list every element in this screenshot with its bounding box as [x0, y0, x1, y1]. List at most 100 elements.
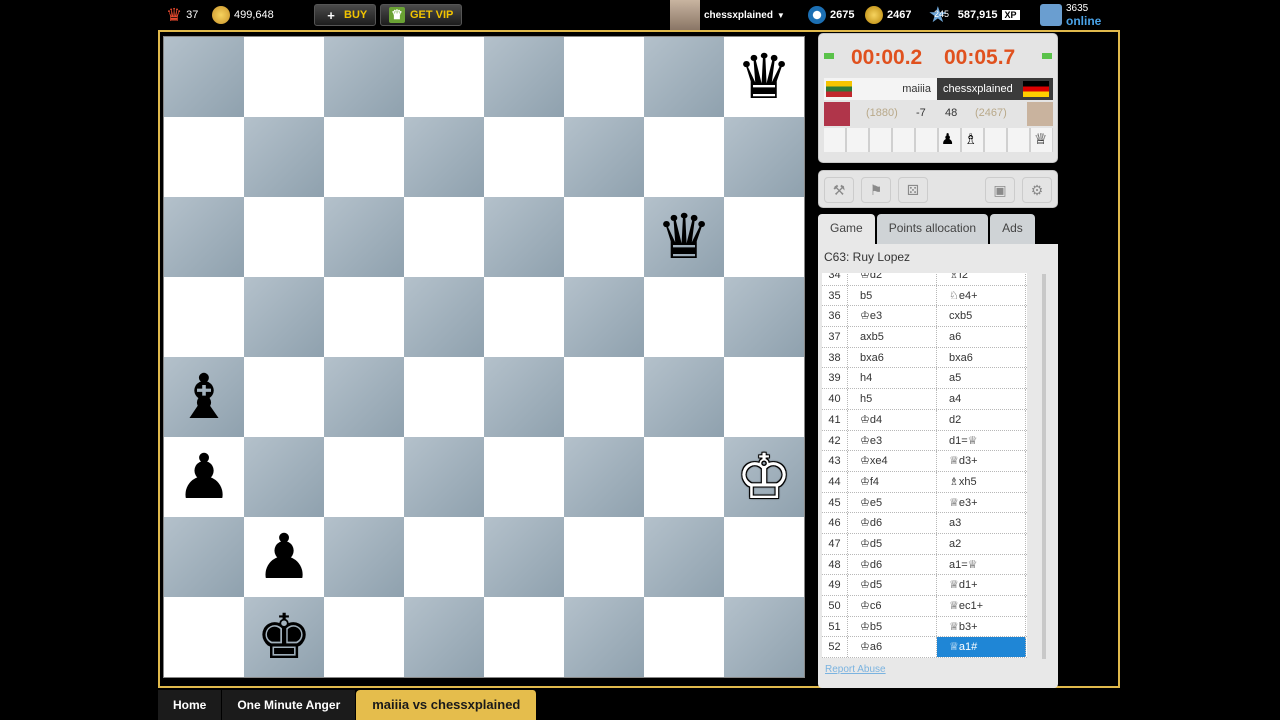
black-move[interactable]: ♕d1+: [937, 575, 1026, 595]
piece-black-b1[interactable]: ♚: [256, 606, 312, 668]
square-d2[interactable]: [404, 517, 484, 597]
rematch-button[interactable]: ⚄: [898, 177, 928, 203]
white-move[interactable]: ♔e3: [848, 306, 937, 327]
white-move[interactable]: ♔c6: [848, 596, 937, 616]
move-row[interactable]: 39 h4 a5: [822, 368, 1027, 390]
square-f8[interactable]: [564, 37, 644, 117]
black-move[interactable]: a2: [937, 533, 1026, 554]
move-row[interactable]: 46 ♔d6 a3: [822, 513, 1027, 534]
piece-black-b2[interactable]: ♟: [256, 526, 312, 588]
square-f3[interactable]: [564, 437, 644, 517]
tab-points-allocation[interactable]: Points allocation: [876, 214, 989, 244]
square-d5[interactable]: [404, 277, 484, 357]
move-row[interactable]: 48 ♔d6 a1=♕: [822, 554, 1027, 576]
square-b4[interactable]: [244, 357, 324, 437]
piece-white-h3[interactable]: ♔: [736, 446, 792, 508]
white-move[interactable]: bxa6: [848, 347, 937, 368]
chess-board[interactable]: ♛ ♛ ♝ ♟ ♔ ♟ ♚: [163, 36, 805, 678]
move-row[interactable]: 41 ♔d4 d2: [822, 409, 1027, 431]
white-move[interactable]: ♔e3: [848, 430, 937, 451]
square-d8[interactable]: [404, 37, 484, 117]
buy-button[interactable]: + BUY: [314, 4, 377, 26]
white-move[interactable]: ♔xe4: [848, 451, 937, 471]
white-move[interactable]: ♔a6: [848, 637, 937, 658]
black-move[interactable]: a6: [937, 327, 1026, 347]
black-move[interactable]: ♕e3+: [937, 492, 1026, 513]
square-g7[interactable]: [644, 117, 724, 197]
square-c7[interactable]: [324, 117, 404, 197]
square-a2[interactable]: [164, 517, 244, 597]
black-move[interactable]: d2: [937, 409, 1026, 430]
move-row[interactable]: 51 ♔b5 ♕b3+: [822, 616, 1027, 638]
square-h2[interactable]: [724, 517, 804, 597]
move-row[interactable]: 37 axb5 a6: [822, 327, 1027, 348]
square-h1[interactable]: [724, 597, 804, 677]
moves-scrollbar[interactable]: [1042, 274, 1046, 659]
square-g8[interactable]: [644, 37, 724, 117]
move-row[interactable]: 40 h5 a4: [822, 389, 1027, 410]
square-a4[interactable]: ♝: [164, 357, 244, 437]
white-move[interactable]: ♔d5: [848, 533, 937, 554]
save-game-button[interactable]: ▣: [985, 177, 1015, 203]
black-move[interactable]: ♕b3+: [937, 616, 1026, 637]
square-b5[interactable]: [244, 277, 324, 357]
offer-draw-button[interactable]: ⚒: [824, 177, 854, 203]
bottom-tab-home[interactable]: Home: [158, 690, 223, 720]
square-g3[interactable]: [644, 437, 724, 517]
white-move[interactable]: ♔f4: [848, 471, 937, 492]
white-move[interactable]: ♔d6: [848, 513, 937, 533]
move-row[interactable]: 50 ♔c6 ♕ec1+: [822, 596, 1027, 617]
square-g1[interactable]: [644, 597, 724, 677]
square-b3[interactable]: [244, 437, 324, 517]
square-d1[interactable]: [404, 597, 484, 677]
square-c6[interactable]: [324, 197, 404, 277]
white-move[interactable]: ♔b5: [848, 616, 937, 637]
black-move[interactable]: a4: [937, 389, 1026, 409]
move-row[interactable]: 34 ♔d2 ♗f2: [822, 273, 1027, 286]
white-move[interactable]: b5: [848, 285, 937, 306]
square-b2[interactable]: ♟: [244, 517, 324, 597]
get-vip-button[interactable]: ♛ GET VIP: [380, 4, 463, 26]
white-move[interactable]: h4: [848, 368, 937, 389]
black-move[interactable]: d1=♕: [937, 430, 1026, 451]
white-move[interactable]: axb5: [848, 327, 937, 347]
square-g2[interactable]: [644, 517, 724, 597]
square-e4[interactable]: [484, 357, 564, 437]
black-move[interactable]: a5: [937, 368, 1026, 389]
square-e7[interactable]: [484, 117, 564, 197]
move-row[interactable]: 49 ♔d5 ♕d1+: [822, 575, 1027, 596]
square-g4[interactable]: [644, 357, 724, 437]
move-row[interactable]: 45 ♔e5 ♕e3+: [822, 492, 1027, 514]
black-move[interactable]: ♕a1#: [937, 637, 1026, 658]
move-row[interactable]: 36 ♔e3 cxb5: [822, 306, 1027, 328]
white-move[interactable]: ♔d6: [848, 554, 937, 575]
black-move[interactable]: a3: [937, 513, 1026, 533]
square-f6[interactable]: [564, 197, 644, 277]
black-move[interactable]: ♕d3+: [937, 451, 1026, 471]
square-f1[interactable]: [564, 597, 644, 677]
square-d7[interactable]: [404, 117, 484, 197]
square-f5[interactable]: [564, 277, 644, 357]
move-row[interactable]: 35 b5 ♘e4+: [822, 285, 1027, 307]
square-e1[interactable]: [484, 597, 564, 677]
square-f2[interactable]: [564, 517, 644, 597]
piece-black-h8[interactable]: ♛: [736, 46, 792, 108]
square-d4[interactable]: [404, 357, 484, 437]
square-c3[interactable]: [324, 437, 404, 517]
bottom-tab-current-game[interactable]: maiiia vs chessxplained: [356, 690, 538, 720]
white-move[interactable]: ♔d2: [848, 273, 937, 285]
square-f7[interactable]: [564, 117, 644, 197]
move-list[interactable]: 34 ♔d2 ♗f2 35 b5 ♘e4+ 36 ♔e3 cxb5 37 axb5 a6 38 bxa6 b…: [822, 273, 1027, 658]
white-move[interactable]: ♔d5: [848, 575, 937, 595]
tab-ads[interactable]: Ads: [990, 214, 1035, 244]
black-move[interactable]: ♕ec1+: [937, 596, 1026, 616]
square-c8[interactable]: [324, 37, 404, 117]
black-move[interactable]: a1=♕: [937, 554, 1026, 575]
black-move[interactable]: cxb5: [937, 306, 1026, 327]
piece-black-a4[interactable]: ♝: [176, 366, 232, 428]
square-g6[interactable]: ♛: [644, 197, 724, 277]
square-b6[interactable]: [244, 197, 324, 277]
resign-button[interactable]: ⚑: [861, 177, 891, 203]
square-e5[interactable]: [484, 277, 564, 357]
square-a1[interactable]: [164, 597, 244, 677]
